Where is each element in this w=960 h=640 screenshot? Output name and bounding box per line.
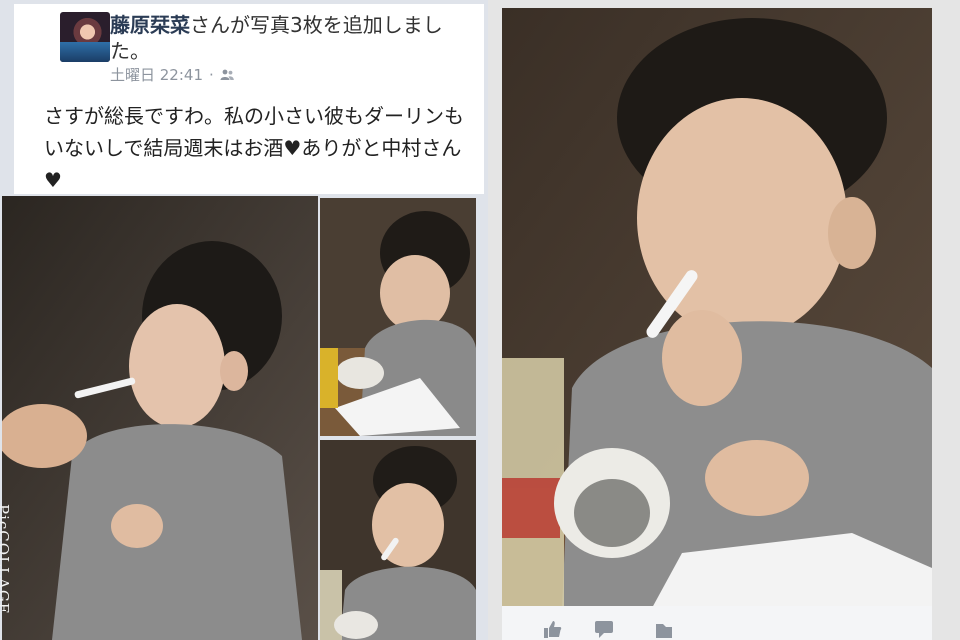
post-photo-3[interactable] [320, 440, 476, 640]
post-photo-2[interactable] [320, 198, 476, 436]
post-body: さすが総長ですわ。私の小さい彼もダーリンもいないしで結局週末はお酒♥ありがと中村… [44, 104, 464, 192]
post-meta: 土曜日 22:41 · [110, 64, 234, 85]
post-header: 藤原栞菜さんが写真3枚を追加しました。 [110, 12, 470, 64]
collage-watermark: PicCOLLAGE [0, 504, 12, 615]
post-photo-1[interactable] [2, 196, 318, 640]
photo-action-bar [502, 606, 932, 640]
friends-icon[interactable] [220, 69, 234, 81]
avatar[interactable] [60, 12, 110, 62]
meta-separator: · [209, 66, 214, 84]
enlarged-photo[interactable] [502, 8, 932, 608]
post-card: 藤原栞菜さんが写真3枚を追加しました。 土曜日 22:41 · さすが総長ですわ。… [14, 4, 484, 194]
enlarged-photo-panel [488, 0, 960, 640]
post-timestamp[interactable]: 土曜日 22:41 [110, 66, 203, 84]
facebook-post-screenshot: 藤原栞菜さんが写真3枚を追加しました。 土曜日 22:41 · さすが総長ですわ。… [0, 0, 488, 640]
author-name[interactable]: 藤原栞菜 [110, 13, 190, 37]
comment-icon[interactable] [594, 620, 614, 638]
like-icon[interactable] [542, 620, 562, 638]
share-icon[interactable] [654, 620, 674, 638]
